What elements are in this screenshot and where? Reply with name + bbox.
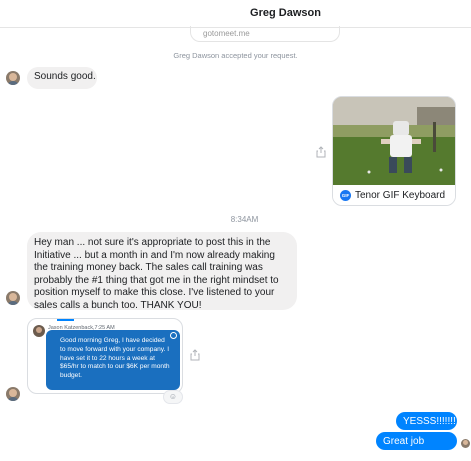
message-bubble-outgoing[interactable]: Great job Greg!!! <box>376 432 457 460</box>
system-message: Greg Dawson accepted your request. <box>173 51 298 60</box>
share-icon[interactable] <box>316 146 326 158</box>
avatar[interactable] <box>6 387 20 401</box>
share-icon[interactable] <box>190 349 200 361</box>
link-preview-card[interactable]: gotomeet.me <box>190 26 340 42</box>
gif-provider-footer[interactable]: GIF Tenor GIF Keyboard <box>333 185 455 205</box>
avatar[interactable] <box>6 71 20 85</box>
message-timestamp: 8:34AM <box>230 215 259 224</box>
embed-message-text: Good morning Greg, I have decided to mov… <box>60 337 170 380</box>
embed-message-bubble: Good morning Greg, I have decided to mov… <box>46 330 180 390</box>
avatar <box>33 325 45 337</box>
message-bubble-outgoing[interactable]: YESSS!!!!!!! <box>396 412 457 430</box>
gif-image[interactable] <box>333 97 455 185</box>
message-bubble-incoming[interactable]: Sounds good. <box>27 67 97 89</box>
image-attachment-screenshot[interactable]: Jason Katzenback,7:25 AM Good morning Gr… <box>27 318 183 394</box>
conversation-title: Greg Dawson <box>250 7 321 19</box>
link-preview-domain: gotomeet.me <box>203 29 250 38</box>
gif-attachment[interactable]: GIF Tenor GIF Keyboard <box>332 96 456 206</box>
embed-accent-bar <box>57 319 74 321</box>
message-bubble-incoming[interactable]: Hey man ... not sure it's appropriate to… <box>27 232 297 311</box>
smiley-icon: ☺ <box>168 392 178 401</box>
avatar[interactable] <box>6 291 20 305</box>
tenor-gif-icon: GIF <box>340 190 351 201</box>
read-receipt-icon <box>170 332 177 339</box>
gif-provider-label: Tenor GIF Keyboard <box>355 190 446 201</box>
add-reaction-button[interactable]: ☺ <box>163 390 183 404</box>
seen-avatar <box>461 439 470 448</box>
